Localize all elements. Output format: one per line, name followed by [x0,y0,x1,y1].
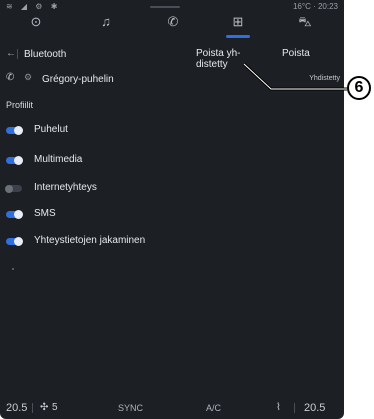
callout-leader-line [242,62,347,91]
callout-number: 6 [347,76,371,100]
